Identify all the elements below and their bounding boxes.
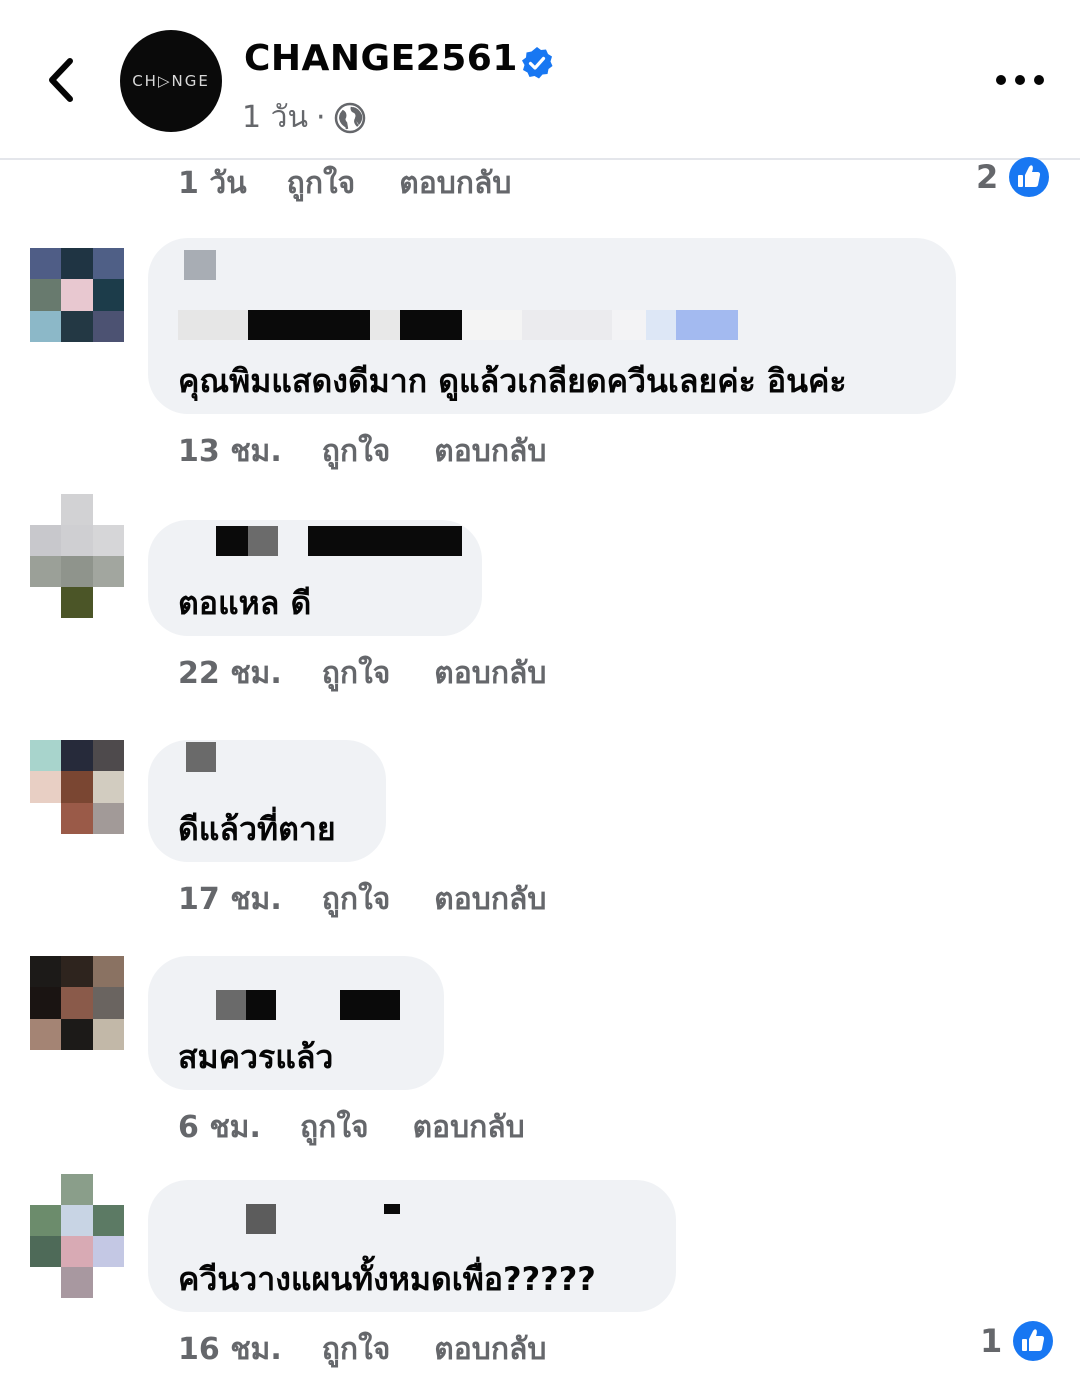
commenter-avatar[interactable]	[30, 956, 124, 1050]
reaction-summary[interactable]: 1	[980, 1320, 1054, 1362]
redacted-name	[178, 310, 738, 340]
comment-bubble[interactable]: ควีนวางแผนทั้งหมดเพื่อ?????	[148, 1180, 676, 1312]
reply-button[interactable]: ตอบกลับ	[434, 428, 546, 475]
thumbs-up-icon	[1009, 157, 1050, 197]
meta-separator: ·	[315, 100, 326, 135]
page-avatar[interactable]: CH▷NGE	[120, 30, 222, 132]
dot	[1015, 75, 1025, 85]
comment-text: สมควรแล้ว	[178, 1038, 334, 1076]
dot	[996, 75, 1006, 85]
comment-time[interactable]: 1 วัน	[178, 160, 247, 207]
verified-badge-icon	[522, 47, 553, 79]
comment-time[interactable]: 6 ชม.	[178, 1104, 278, 1151]
redacted-name	[186, 742, 216, 772]
back-button[interactable]	[38, 52, 84, 108]
redacted-name	[216, 990, 400, 1020]
redacted-name	[246, 1204, 400, 1234]
more-options-button[interactable]	[996, 64, 1044, 96]
page-logo: CH▷NGE	[132, 72, 210, 90]
thumbs-up-icon	[1013, 1321, 1054, 1361]
comment-actions: 13 ชม. ถูกใจ ตอบกลับ	[178, 428, 546, 475]
like-button[interactable]: ถูกใจ	[322, 1326, 391, 1373]
comment-bubble[interactable]: ดีแล้วที่ตาย	[148, 740, 386, 862]
reply-button[interactable]: ตอบกลับ	[434, 876, 546, 923]
reply-button[interactable]: ตอบกลับ	[434, 1326, 546, 1373]
comment-text: ดีแล้วที่ตาย	[178, 810, 336, 848]
comment-text: คุณพิมแสดงดีมาก ดูแล้วเกลียดควีนเลยค่ะ อ…	[178, 362, 847, 400]
like-button[interactable]: ถูกใจ	[322, 428, 391, 475]
comment-bubble[interactable]: คุณพิมแสดงดีมาก ดูแล้วเกลียดควีนเลยค่ะ อ…	[148, 238, 956, 414]
commenter-avatar[interactable]	[30, 1174, 124, 1298]
post-header: CH▷NGE CHANGE2561 1 วัน ·	[0, 0, 1080, 160]
comment-actions: 22 ชม. ถูกใจ ตอบกลับ	[178, 650, 546, 697]
commenter-avatar[interactable]	[30, 740, 124, 834]
like-button[interactable]: ถูกใจ	[300, 1104, 369, 1151]
comment-text: ควีนวางแผนทั้งหมดเพื่อ?????	[178, 1260, 596, 1298]
reply-button[interactable]: ตอบกลับ	[413, 1104, 525, 1151]
comment-time[interactable]: 13 ชม.	[178, 428, 282, 475]
reply-button[interactable]: ตอบกลับ	[399, 160, 511, 207]
like-button[interactable]: ถูกใจ	[322, 876, 391, 923]
reaction-count: 2	[976, 158, 999, 196]
page-name[interactable]: CHANGE2561	[244, 38, 518, 79]
redacted-name	[216, 526, 462, 556]
post-meta: 1 วัน ·	[242, 94, 366, 141]
comment-text: ตอแหล ดี	[178, 584, 312, 622]
commenter-avatar[interactable]	[30, 494, 124, 618]
comment-bubble[interactable]: ตอแหล ดี	[148, 520, 482, 636]
like-button[interactable]: ถูกใจ	[322, 650, 391, 697]
reply-button[interactable]: ตอบกลับ	[434, 650, 546, 697]
comment-actions: 6 ชม. ถูกใจ ตอบกลับ	[178, 1104, 525, 1151]
like-button[interactable]: ถูกใจ	[287, 160, 356, 207]
post-time: 1 วัน	[242, 100, 308, 135]
comment-actions: 1 วัน ถูกใจ ตอบกลับ	[178, 160, 511, 207]
comment-bubble[interactable]: สมควรแล้ว	[148, 956, 444, 1090]
globe-icon	[334, 102, 365, 133]
reaction-count: 1	[980, 1322, 1003, 1360]
chevron-left-icon	[49, 58, 73, 102]
comment-time[interactable]: 17 ชม.	[178, 876, 282, 923]
comment-time[interactable]: 16 ชม.	[178, 1326, 282, 1373]
dot	[1034, 75, 1044, 85]
comment-actions: 17 ชม. ถูกใจ ตอบกลับ	[178, 876, 546, 923]
comment-time[interactable]: 22 ชม.	[178, 650, 282, 697]
redacted-name	[184, 250, 216, 280]
comment-actions: 16 ชม. ถูกใจ ตอบกลับ	[178, 1326, 546, 1373]
commenter-avatar[interactable]	[30, 248, 124, 342]
reaction-summary[interactable]: 2	[976, 156, 1050, 198]
